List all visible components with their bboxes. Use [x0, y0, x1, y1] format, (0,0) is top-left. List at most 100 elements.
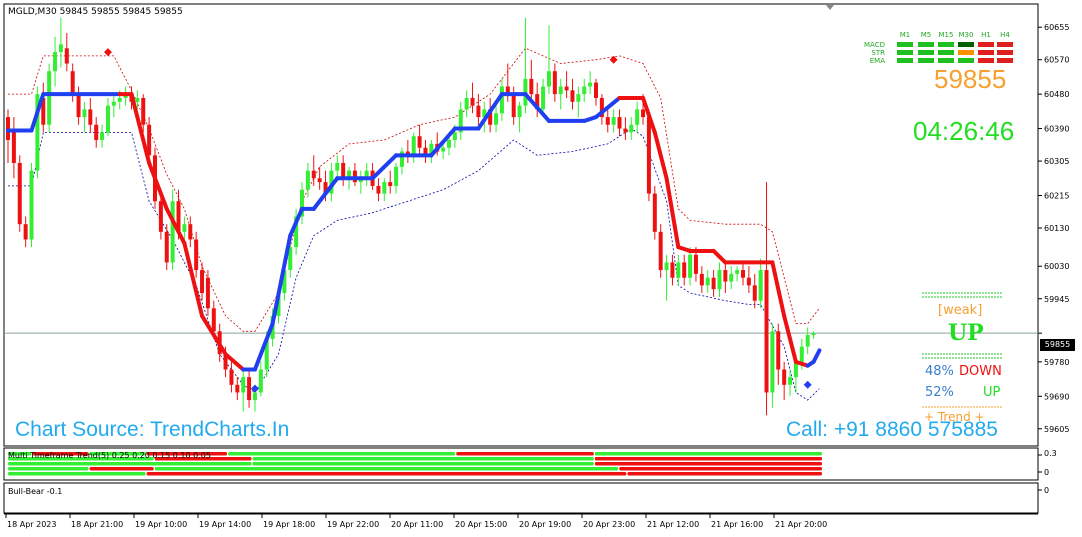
mtf-trend-stripe	[252, 457, 594, 461]
symbol-info: MGLD,M30 59845 59855 59845 59855	[8, 7, 183, 17]
candle-body	[605, 117, 610, 125]
watermark-source: Chart Source: TrendCharts.In	[15, 418, 290, 441]
candle-body	[211, 308, 216, 332]
candle-body	[729, 273, 734, 282]
candle-body	[29, 170, 34, 240]
current-price-tag: 59855	[1040, 339, 1075, 351]
x-tick-label: 20 Apr 15:00	[455, 520, 507, 529]
mtf-signal-cell	[978, 50, 994, 55]
mtf-trend-stripe	[594, 457, 822, 461]
subpanel2-tick-zero: 0	[1044, 486, 1050, 495]
y-tick-label: 59780	[1044, 358, 1069, 367]
candle-body	[258, 369, 263, 393]
mtf-signal-cell	[938, 42, 954, 47]
candle-body	[658, 231, 663, 271]
candle-body	[705, 277, 710, 286]
candle-body	[641, 109, 646, 118]
candle-body	[723, 270, 728, 282]
candle-body	[782, 369, 787, 385]
candle-body	[517, 105, 522, 118]
y-tick-label: 60655	[1044, 23, 1069, 32]
mtf-trend-stripe	[627, 472, 822, 476]
candle-body	[158, 201, 163, 232]
candle-body	[441, 147, 446, 152]
candle-body	[141, 97, 146, 125]
mtf-trend-stripe	[154, 467, 619, 471]
trend-strength: [weak]	[938, 303, 983, 318]
trend-direction: UP	[948, 320, 984, 346]
candle-body	[717, 270, 722, 290]
watermark-call: Call: +91 8860 575885	[786, 418, 998, 441]
candle-body	[447, 140, 451, 148]
candle-body	[476, 105, 481, 118]
candle-body	[94, 124, 99, 141]
mtf-row-label: EMA	[870, 57, 885, 65]
candle-body	[117, 97, 122, 102]
candle-body	[164, 231, 169, 263]
candle-body	[53, 52, 58, 72]
candle-body	[805, 335, 810, 347]
candle-body	[464, 97, 469, 110]
y-tick-label: 60130	[1044, 224, 1069, 233]
candle-body	[88, 109, 93, 125]
candle-body	[582, 86, 587, 95]
x-tick-label: 19 Apr 10:00	[135, 520, 187, 529]
mtf-signal-cell	[918, 42, 934, 47]
candle-body	[576, 94, 581, 102]
candle-body	[664, 262, 669, 271]
candle-body	[17, 162, 22, 225]
candle-body	[529, 78, 534, 95]
mtf-signal-cell	[958, 42, 974, 47]
candle-body	[241, 377, 246, 393]
candle-body	[811, 333, 816, 336]
mtf-column-header: H4	[1000, 31, 1010, 39]
candle-body	[100, 132, 105, 141]
candle-body	[64, 48, 69, 64]
candle-body	[135, 97, 140, 102]
down-label: DOWN	[959, 364, 1002, 379]
x-tick-label: 20 Apr 11:00	[391, 520, 443, 529]
candle-body	[23, 224, 28, 240]
candle-body	[170, 201, 175, 263]
subpanel1-tick-top: 0.3	[1044, 449, 1057, 458]
candle-body	[411, 136, 416, 156]
up-label: UP	[983, 385, 1001, 400]
candle-body	[452, 132, 457, 141]
candle-body	[417, 136, 422, 148]
mtf-column-header: M15	[939, 31, 954, 39]
subpanel1-tick-zero: 0	[1044, 468, 1050, 477]
candle-body	[746, 277, 751, 286]
mtf-trend-stripe	[619, 467, 822, 471]
candle-body	[382, 182, 387, 194]
x-tick-label: 20 Apr 19:00	[519, 520, 571, 529]
mtf-trend-stripe	[8, 467, 89, 471]
x-tick-label: 19 Apr 14:00	[199, 520, 251, 529]
candle-body	[682, 262, 687, 278]
mtf-signal-cell	[897, 42, 913, 47]
candle-body	[594, 82, 598, 98]
mtf-signal-cell	[918, 58, 934, 63]
candle-body	[617, 117, 622, 129]
candle-body	[388, 182, 393, 186]
candle-body	[376, 185, 381, 194]
candle-body	[70, 71, 75, 95]
y-tick-label: 60480	[1044, 90, 1069, 99]
x-tick-label: 18 Apr 21:00	[71, 520, 123, 529]
price-readout: 59855	[934, 64, 1007, 94]
candle-body	[764, 270, 769, 393]
candle-body	[494, 113, 499, 125]
y-tick-label: 59690	[1044, 392, 1069, 401]
candle-body	[699, 273, 704, 286]
mtf-signal-cell	[978, 58, 994, 63]
mtf-row-label: STR	[871, 49, 885, 57]
candle-body	[735, 270, 740, 274]
candle-body	[688, 254, 693, 278]
x-tick-label: 19 Apr 22:00	[327, 520, 379, 529]
y-tick-label: 60390	[1044, 125, 1069, 134]
countdown-timer: 04:26:46	[913, 116, 1015, 146]
candle-body	[311, 170, 316, 179]
x-tick-label: 20 Apr 23:00	[583, 520, 635, 529]
mtf-signal-cell	[938, 50, 954, 55]
mtf-signal-cell	[997, 42, 1013, 47]
candle-body	[541, 86, 546, 110]
